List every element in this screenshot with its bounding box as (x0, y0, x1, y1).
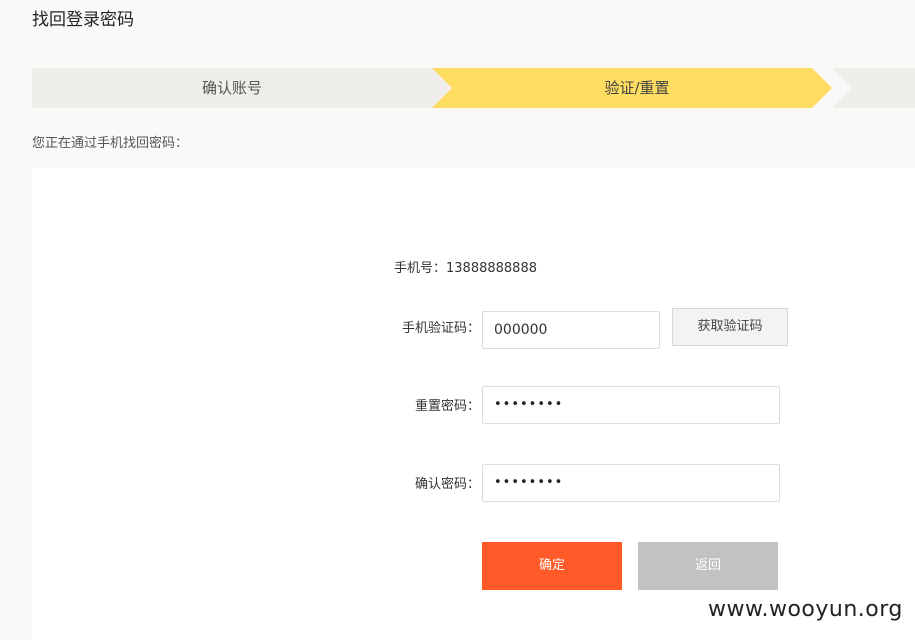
phone-value: 13888888888 (446, 261, 537, 276)
step-verify-reset: 验证/重置 (604, 79, 670, 97)
sms-code-input[interactable] (482, 311, 660, 349)
reset-password-value: •••••••• (494, 397, 564, 412)
confirm-button[interactable]: 确定 (482, 542, 622, 590)
sms-code-label: 手机验证码： (401, 321, 480, 336)
confirm-password-input[interactable]: •••••••• (482, 464, 780, 502)
watermark: www.wooyun.org (708, 597, 913, 622)
back-button[interactable]: 返回 (638, 542, 778, 590)
get-code-button[interactable]: 获取验证码 (672, 308, 788, 346)
reset-password-label: 重置密码： (414, 399, 480, 414)
phone-label: 手机号： (394, 261, 447, 276)
confirm-password-value: •••••••• (494, 475, 564, 490)
page-title: 找回登录密码 (32, 10, 134, 30)
confirm-password-label: 确认密码： (414, 477, 480, 492)
step-3-shape (832, 68, 915, 108)
step-confirm-account: 确认账号 (201, 79, 262, 97)
recovery-hint: 您正在通过手机找回密码： (32, 136, 189, 151)
reset-password-input[interactable]: •••••••• (482, 386, 780, 424)
phone-row: 手机号：13888888888 (394, 261, 594, 277)
step-progress-bar: 确认账号 验证/重置 (32, 68, 915, 108)
